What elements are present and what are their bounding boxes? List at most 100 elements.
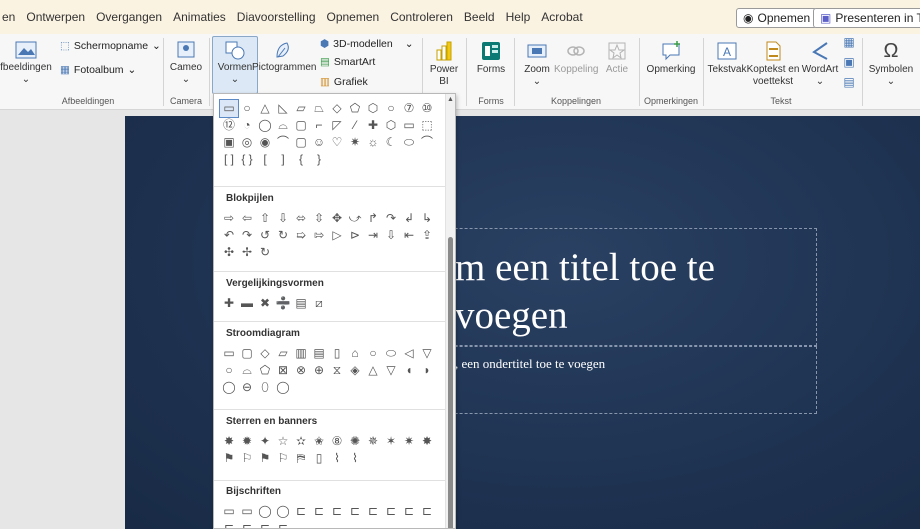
- shape-item[interactable]: ○: [364, 345, 382, 362]
- menu-beeld[interactable]: Beeld: [464, 10, 495, 24]
- shape-item[interactable]: ✸: [418, 433, 436, 450]
- shape-item[interactable]: ◯: [220, 379, 238, 396]
- shape-item[interactable]: ▤: [310, 345, 328, 362]
- shape-item[interactable]: {: [292, 151, 310, 168]
- shape-item[interactable]: △: [364, 362, 382, 379]
- zoom-button[interactable]: Zoom ⌄: [518, 40, 556, 88]
- shape-item[interactable]: ⇳: [310, 210, 328, 227]
- shape-item[interactable]: ⁄: [346, 117, 364, 134]
- shape-item[interactable]: ⊕: [310, 362, 328, 379]
- shape-item[interactable]: ⊏: [400, 503, 418, 520]
- shape-item[interactable]: ⤻: [346, 210, 364, 227]
- shape-item[interactable]: ✹: [238, 433, 256, 450]
- shape-item[interactable]: ▬: [238, 295, 256, 312]
- shape-item[interactable]: ▱: [274, 345, 292, 362]
- shape-item[interactable]: { }: [238, 151, 256, 168]
- shape-item[interactable]: ⧄: [310, 295, 328, 312]
- shape-item[interactable]: ⌐: [310, 117, 328, 134]
- shape-item[interactable]: ◁: [400, 345, 418, 362]
- shape-item[interactable]: ◗: [418, 362, 436, 379]
- shape-item[interactable]: ⌂: [346, 345, 364, 362]
- shape-item[interactable]: ◯: [256, 117, 274, 134]
- shape-item[interactable]: ⚐: [274, 450, 292, 467]
- shape-item[interactable]: ◖: [400, 362, 418, 379]
- shape-item[interactable]: ▢: [292, 117, 310, 134]
- actie-button[interactable]: Actie: [600, 40, 634, 76]
- shape-item[interactable]: ⑧: [328, 433, 346, 450]
- shape-item[interactable]: ⚐: [238, 450, 256, 467]
- shape-item[interactable]: ◔: [238, 117, 256, 134]
- shape-item[interactable]: ◺: [274, 100, 292, 117]
- scroll-up-icon[interactable]: ▲: [447, 96, 454, 103]
- symbolen-button[interactable]: Ω Symbolen ⌄: [866, 40, 916, 88]
- shape-item[interactable]: ⊖: [238, 379, 256, 396]
- shape-item[interactable]: ▭: [220, 345, 238, 362]
- shape-item[interactable]: ◎: [238, 134, 256, 151]
- shape-item[interactable]: ▭: [219, 99, 239, 118]
- koppeling-button[interactable]: Koppeling: [554, 40, 598, 76]
- shape-item[interactable]: ⊏: [256, 520, 274, 528]
- shape-item[interactable]: ⬡: [364, 100, 382, 117]
- shape-item[interactable]: ⇰: [310, 227, 328, 244]
- present-teams-button[interactable]: ▣ Presenteren in Tear: [813, 8, 920, 28]
- shape-item[interactable]: ↷: [382, 210, 400, 227]
- shape-item[interactable]: ✬: [310, 433, 328, 450]
- forms-button[interactable]: Forms: [472, 40, 510, 76]
- shape-item[interactable]: ○: [382, 100, 400, 117]
- shape-item[interactable]: ✚: [364, 117, 382, 134]
- shape-item[interactable]: ▽: [418, 345, 436, 362]
- shape-item[interactable]: ✫: [292, 433, 310, 450]
- shape-item[interactable]: ⌇: [328, 450, 346, 467]
- schermopname-button[interactable]: ⬚ Schermopname ⌄: [60, 40, 161, 52]
- shape-item[interactable]: ➗: [274, 295, 292, 312]
- shape-item[interactable]: ⑩: [418, 100, 436, 117]
- shape-item[interactable]: ☆: [274, 433, 292, 450]
- shape-item[interactable]: ⇤: [400, 227, 418, 244]
- power-bi-button[interactable]: Power BI: [426, 40, 462, 88]
- shape-item[interactable]: ○: [238, 100, 256, 117]
- menu-animaties[interactable]: Animaties: [173, 10, 226, 24]
- shape-item[interactable]: ◸: [328, 117, 346, 134]
- shape-item[interactable]: ↻: [256, 244, 274, 261]
- afbeeldingen-button[interactable]: fbeeldingen ⌄: [0, 40, 52, 86]
- shape-item[interactable]: ✶: [382, 433, 400, 450]
- shape-item[interactable]: ↶: [220, 227, 238, 244]
- shape-item[interactable]: ◉: [256, 134, 274, 151]
- shape-item[interactable]: ↻: [274, 227, 292, 244]
- wordart-button[interactable]: WordArt ⌄: [800, 40, 840, 88]
- menu-acrobat[interactable]: Acrobat: [541, 10, 582, 24]
- smartart-button[interactable]: ▤ SmartArt: [320, 56, 375, 68]
- shape-item[interactable]: ⇩: [274, 210, 292, 227]
- opmerking-button[interactable]: Opmerking: [643, 40, 699, 76]
- shape-item[interactable]: ⊠: [274, 362, 292, 379]
- record-button[interactable]: ◉ Opnemen: [736, 8, 818, 28]
- shape-item[interactable]: ⑫: [220, 117, 238, 134]
- shape-item[interactable]: ▱: [292, 100, 310, 117]
- shape-item[interactable]: ⊏: [418, 503, 436, 520]
- shape-item[interactable]: △: [256, 100, 274, 117]
- shape-item[interactable]: ▷: [328, 227, 346, 244]
- shape-item[interactable]: ▯: [328, 345, 346, 362]
- menu-invoegen[interactable]: en: [2, 10, 15, 24]
- shape-item[interactable]: ⊗: [292, 362, 310, 379]
- shape-item[interactable]: ◇: [256, 345, 274, 362]
- shape-item[interactable]: [: [256, 151, 274, 168]
- shape-item[interactable]: ○: [220, 362, 238, 379]
- shape-item[interactable]: ◯: [274, 379, 292, 396]
- shape-item[interactable]: ▢: [238, 345, 256, 362]
- cameo-button[interactable]: Cameo ⌄: [166, 40, 206, 86]
- shape-item[interactable]: ✢: [238, 244, 256, 261]
- shape-item[interactable]: ▣: [220, 134, 238, 151]
- shape-item[interactable]: ⬭: [382, 345, 400, 362]
- shape-item[interactable]: ⇩: [382, 227, 400, 244]
- shape-item[interactable]: ✷: [400, 433, 418, 450]
- shape-item[interactable]: ⬠: [346, 100, 364, 117]
- shape-item[interactable]: ⬚: [418, 117, 436, 134]
- shape-item[interactable]: ⊏: [382, 503, 400, 520]
- shape-item[interactable]: ⊏: [238, 520, 256, 528]
- dropdown-scrollbar[interactable]: ▲: [445, 94, 455, 528]
- shape-item[interactable]: ▯: [310, 450, 328, 467]
- shape-item[interactable]: ◯: [274, 503, 292, 520]
- shape-item[interactable]: ⇥: [364, 227, 382, 244]
- shape-item[interactable]: ⌓: [238, 362, 256, 379]
